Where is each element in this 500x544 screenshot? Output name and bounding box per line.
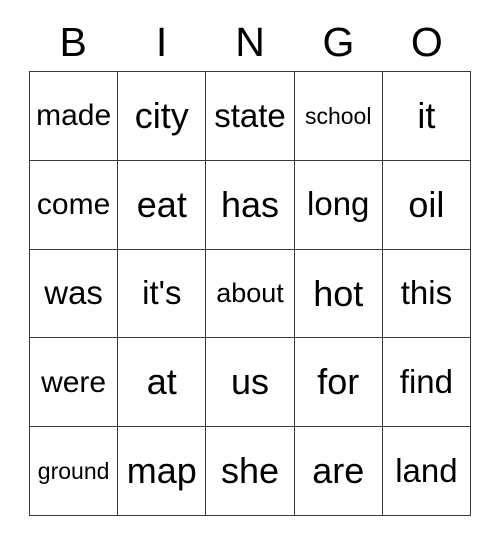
bingo-header-letter-g: G — [322, 19, 355, 65]
bingo-cell-g4[interactable]: for — [294, 338, 383, 428]
bingo-cell-label: made — [36, 99, 112, 133]
bingo-cell-label: school — [304, 102, 372, 129]
bingo-cell-label: oil — [408, 183, 445, 225]
bingo-cell-o3[interactable]: this — [382, 249, 472, 339]
bingo-cell-label: come — [36, 187, 111, 221]
bingo-header-letter-i: I — [155, 19, 168, 65]
bingo-cell-g5[interactable]: are — [294, 427, 383, 516]
bingo-cell-n2[interactable]: has — [206, 160, 295, 250]
bingo-cell-label: it — [417, 95, 436, 136]
bingo-cell-label: she — [220, 450, 280, 492]
bingo-cell-label: find — [399, 362, 454, 400]
bingo-cell-b5[interactable]: ground — [30, 427, 119, 516]
bingo-grid: made city state school it come eat has l… — [29, 71, 472, 516]
bingo-header-letter-n: N — [235, 19, 265, 65]
bingo-cell-g3[interactable]: hot — [294, 249, 383, 339]
bingo-cell-n3[interactable]: about — [206, 249, 295, 339]
bingo-cell-label: was — [44, 274, 103, 312]
bingo-cell-label: us — [230, 361, 270, 403]
bingo-cell-i2[interactable]: eat — [118, 160, 207, 250]
bingo-cell-label: ground — [37, 458, 110, 485]
bingo-cell-n5[interactable]: she — [206, 427, 295, 516]
bingo-cell-label: hot — [313, 272, 364, 314]
bingo-cell-o2[interactable]: oil — [382, 160, 472, 250]
bingo-cell-label: eat — [136, 183, 187, 225]
bingo-row: were at us for find — [30, 338, 472, 428]
bingo-cell-b1[interactable]: made — [30, 72, 119, 161]
bingo-row: made city state school it — [30, 72, 472, 161]
bingo-cell-i1[interactable]: city — [118, 72, 207, 161]
bingo-cell-label: this — [400, 274, 453, 312]
bingo-row: was it's about hot this — [30, 249, 472, 339]
bingo-cell-b4[interactable]: were — [30, 338, 119, 428]
bingo-cell-label: state — [214, 96, 286, 134]
bingo-cell-label: are — [312, 450, 365, 492]
bingo-cell-label: were — [41, 365, 107, 399]
bingo-header-row: B I N G O — [29, 14, 471, 71]
bingo-cell-label: it's — [142, 274, 182, 312]
bingo-cell-label: land — [395, 451, 458, 489]
bingo-cell-label: at — [146, 361, 177, 403]
bingo-cell-n1[interactable]: state — [206, 72, 295, 161]
bingo-cell-o5[interactable]: land — [382, 427, 472, 516]
bingo-cell-label: city — [134, 95, 189, 136]
bingo-header-letter-b: B — [59, 19, 87, 65]
bingo-cell-i4[interactable]: at — [118, 338, 207, 428]
bingo-cell-b2[interactable]: come — [30, 160, 119, 250]
bingo-cell-o1[interactable]: it — [382, 72, 472, 161]
bingo-card: B I N G O made city state school it come… — [0, 0, 500, 544]
bingo-cell-i5[interactable]: map — [118, 427, 207, 516]
bingo-header-letter-o: O — [410, 19, 443, 65]
bingo-cell-o4[interactable]: find — [382, 338, 472, 428]
bingo-cell-i3[interactable]: it's — [118, 249, 207, 339]
bingo-cell-label: has — [220, 183, 280, 225]
bingo-cell-g1[interactable]: school — [294, 72, 383, 161]
bingo-row: come eat has long oil — [30, 160, 472, 250]
bingo-cell-g2[interactable]: long — [294, 160, 383, 250]
bingo-cell-label: long — [307, 185, 370, 223]
bingo-row: ground map she are land — [30, 427, 472, 516]
bingo-cell-b3[interactable]: was — [30, 249, 119, 339]
bingo-cell-label: map — [126, 450, 197, 492]
bingo-cell-n4[interactable]: us — [206, 338, 295, 428]
bingo-cell-label: for — [317, 361, 360, 403]
bingo-cell-label: about — [216, 278, 284, 309]
